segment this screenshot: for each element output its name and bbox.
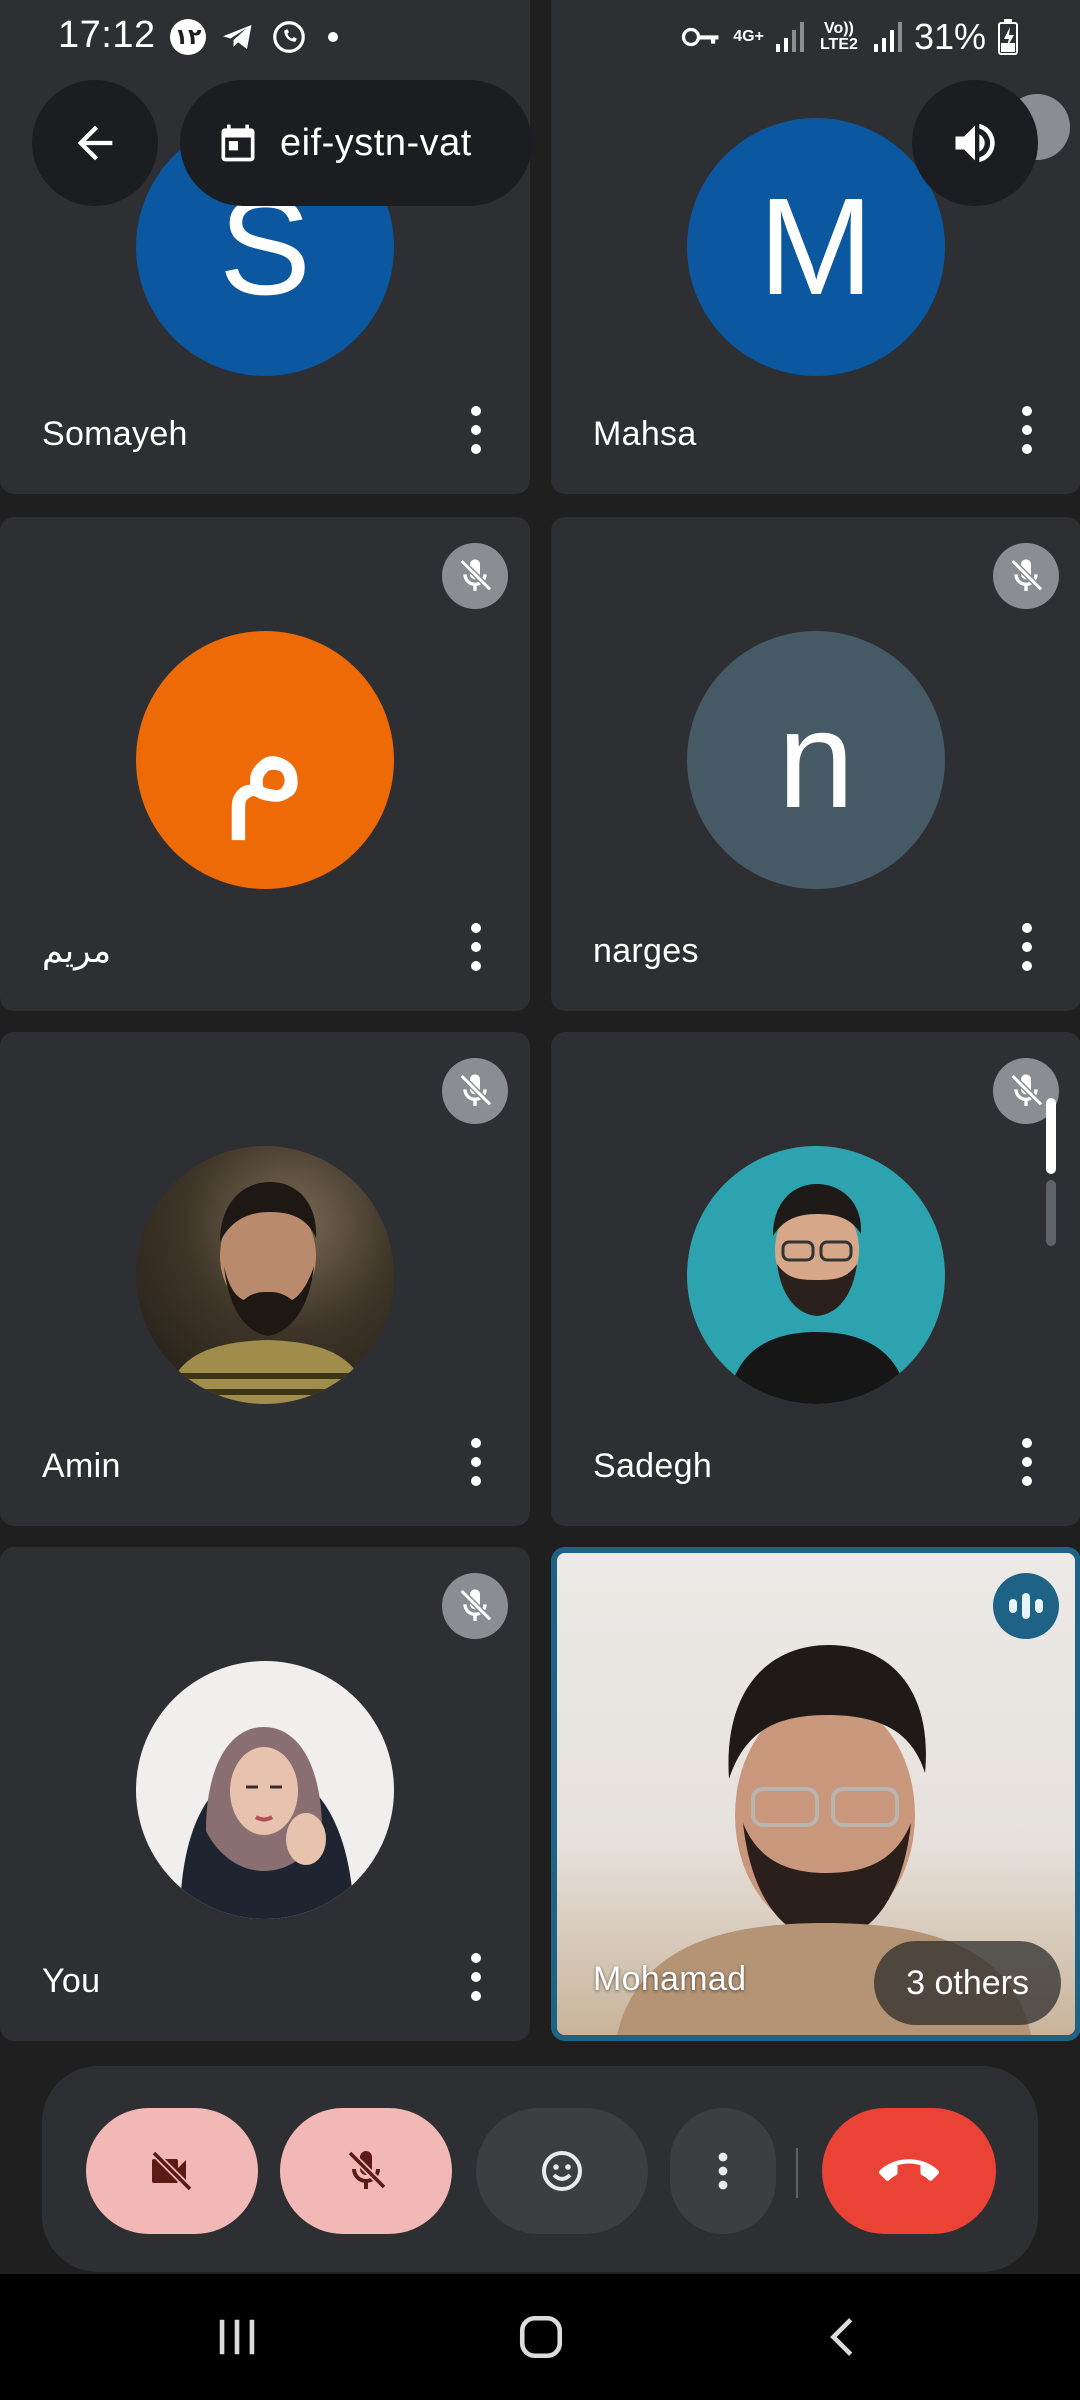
- mic-off-icon: [993, 543, 1059, 609]
- participant-tile-maryam[interactable]: م مریم: [0, 517, 530, 1011]
- volume-up-icon: [955, 123, 995, 163]
- avatar: م: [136, 631, 394, 889]
- meeting-code: eif-ystn-vat: [280, 121, 472, 164]
- more-options-button[interactable]: [466, 406, 486, 454]
- participant-name: narges: [593, 932, 699, 970]
- participant-tile-somayeh[interactable]: S Somayeh: [0, 0, 530, 494]
- more-vert-icon: [718, 2152, 728, 2190]
- system-navigation-bar: [0, 2274, 1080, 2400]
- meeting-info-pill[interactable]: eif-ystn-vat: [180, 80, 532, 206]
- calendar-icon: [221, 124, 255, 162]
- mic-off-icon: [347, 2150, 387, 2190]
- more-options-button[interactable]: [466, 1438, 486, 1486]
- reactions-button[interactable]: [476, 2108, 648, 2234]
- participant-tile-amin[interactable]: Amin: [0, 1032, 530, 1526]
- mic-off-icon: [442, 1573, 508, 1639]
- avatar-photo: [136, 1661, 394, 1919]
- participant-tile-you[interactable]: You: [0, 1547, 530, 2041]
- more-options-button[interactable]: [670, 2108, 776, 2234]
- mic-toggle-button[interactable]: [280, 2108, 452, 2234]
- camera-toggle-button[interactable]: [86, 2108, 258, 2234]
- videocam-off-icon: [151, 2150, 193, 2192]
- more-options-button[interactable]: [466, 923, 486, 971]
- avatar-initial: M: [758, 170, 874, 324]
- more-options-button[interactable]: [1017, 1438, 1037, 1486]
- others-count-button[interactable]: 3 others: [874, 1941, 1061, 2025]
- participant-name: Mahsa: [593, 415, 697, 453]
- home-icon: [519, 2315, 563, 2359]
- call-end-icon: [879, 2159, 939, 2181]
- participant-tile-mahsa[interactable]: M Mahsa: [551, 0, 1080, 494]
- avatar-initial: م: [222, 683, 308, 837]
- participant-name: Sadegh: [593, 1447, 713, 1485]
- back-chevron-icon: [830, 2318, 853, 2356]
- avatar-photo: [687, 1146, 945, 1404]
- recents-icon: [219, 2319, 255, 2355]
- home-button[interactable]: [496, 2302, 586, 2372]
- more-options-button[interactable]: [1017, 406, 1037, 454]
- speaker-button[interactable]: [912, 80, 1038, 206]
- participant-name: Amin: [42, 1447, 121, 1485]
- active-speaker-tile[interactable]: Mohamad 3 others: [551, 1547, 1080, 2041]
- back-button[interactable]: [32, 80, 158, 206]
- scrollbar-track: [1046, 1180, 1056, 1246]
- mic-off-icon: [442, 543, 508, 609]
- participant-tile-sadegh[interactable]: Sadegh: [551, 1032, 1080, 1526]
- back-nav-button[interactable]: [798, 2302, 888, 2372]
- recents-button[interactable]: [192, 2302, 282, 2372]
- participant-name: Somayeh: [42, 415, 188, 453]
- emoji-icon: [542, 2151, 582, 2191]
- avatar: n: [687, 631, 945, 889]
- scrollbar-thumb[interactable]: [1046, 1098, 1056, 1174]
- avatar-photo: [136, 1146, 394, 1404]
- participant-tile-narges[interactable]: n narges: [551, 517, 1080, 1011]
- participant-name: Mohamad: [593, 1960, 747, 1998]
- speaking-indicator-icon: [993, 1573, 1059, 1639]
- arrow-back-icon: [77, 125, 113, 161]
- mic-off-icon: [442, 1058, 508, 1124]
- participant-name: You: [42, 1962, 101, 2000]
- controls-divider: [796, 2148, 798, 2198]
- call-controls: [42, 2066, 1038, 2272]
- avatar-initial: n: [777, 683, 855, 837]
- leave-call-button[interactable]: [822, 2108, 996, 2234]
- more-options-button[interactable]: [1017, 923, 1037, 971]
- more-options-button[interactable]: [466, 1953, 486, 2001]
- participant-name: مریم: [42, 932, 112, 970]
- avatar: M: [687, 118, 945, 376]
